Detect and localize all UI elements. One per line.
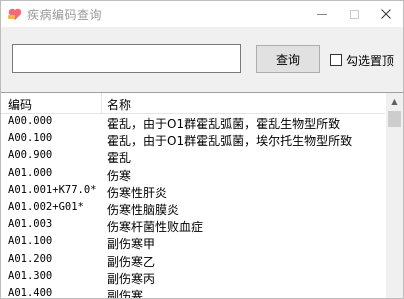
table-body: A00.000 霍乱，由于O1群霍乱弧菌，霍乱生物型所致 A00.100 霍乱，由于O…: [1, 114, 385, 299]
cell-name: 伤寒杆菌性败血症: [107, 220, 204, 235]
cell-code: A01.300: [8, 269, 53, 282]
column-header-name[interactable]: 名称: [107, 96, 131, 113]
cell-name: 伤寒性肝炎: [107, 185, 168, 200]
search-input[interactable]: [12, 44, 241, 73]
table-row[interactable]: A01.100 副伤寒甲: [1, 234, 385, 251]
results-table[interactable]: 编码 名称 A00.000 霍乱，由于O1群霍乱弧菌，霍乱生物型所致 A00.100…: [1, 92, 403, 299]
cell-name: 霍乱，由于O1群霍乱弧菌，埃尔托生物型所致: [107, 134, 353, 149]
table-row[interactable]: A01.000 伤寒: [1, 166, 385, 183]
window-title: 疾病编码查询: [27, 8, 103, 22]
maximize-icon: [349, 9, 359, 19]
cell-name: 副伤寒甲: [107, 237, 156, 252]
cell-name: 副伤寒丙: [107, 271, 156, 286]
maximize-button[interactable]: [339, 1, 369, 27]
vertical-scrollbar[interactable]: ▲: [386, 93, 403, 298]
table-row[interactable]: A00.900 霍乱: [1, 148, 385, 165]
cell-code: A00.100: [8, 132, 53, 145]
cell-code: A01.100: [8, 235, 53, 248]
close-button[interactable]: [371, 1, 401, 27]
table-row[interactable]: A01.002+G01* 伤寒性脑膜炎: [1, 200, 385, 217]
cell-code: A01.400: [8, 286, 53, 299]
cell-name: 副伤寒: [107, 288, 144, 299]
cell-code: A01.002+G01*: [8, 200, 84, 213]
scroll-thumb[interactable]: [388, 111, 401, 127]
table-row[interactable]: A00.000 霍乱，由于O1群霍乱弧菌，霍乱生物型所致: [1, 114, 385, 131]
cell-code: A01.001+K77.0*: [8, 183, 97, 196]
title-bar[interactable]: 疾病编码查询: [1, 1, 403, 27]
close-icon: [381, 9, 391, 19]
cell-code: A00.900: [8, 149, 53, 162]
minimize-button[interactable]: [307, 1, 337, 27]
table-row[interactable]: A01.300 副伤寒丙: [1, 269, 385, 286]
app-window: 疾病编码查询 查询 勾选置顶 编码 名称 A00.000 霍乱，由于O1群霍乱弧菌…: [0, 0, 404, 299]
minimize-icon: [317, 13, 327, 15]
cell-code: A01.003: [8, 218, 53, 231]
table-row[interactable]: A01.001+K77.0* 伤寒性肝炎: [1, 183, 385, 200]
cell-code: A00.000: [8, 115, 53, 127]
cell-name: 伤寒: [107, 168, 132, 183]
scroll-up-icon[interactable]: ▲: [386, 93, 403, 110]
cell-name: 霍乱，由于O1群霍乱弧菌，霍乱生物型所致: [107, 117, 341, 131]
pin-top-label[interactable]: 勾选置顶: [346, 52, 394, 69]
pin-top-checkbox[interactable]: [330, 54, 342, 66]
table-row[interactable]: A01.003 伤寒杆菌性败血症: [1, 217, 385, 234]
cell-code: A01.200: [8, 252, 53, 265]
column-divider[interactable]: [101, 93, 102, 113]
cell-name: 伤寒性脑膜炎: [107, 202, 180, 217]
table-header: 编码 名称: [1, 93, 385, 114]
table-row[interactable]: A00.100 霍乱，由于O1群霍乱弧菌，埃尔托生物型所致: [1, 131, 385, 148]
cell-name: 副伤寒乙: [107, 254, 156, 269]
table-row[interactable]: A01.400 副伤寒: [1, 286, 385, 299]
table-row[interactable]: A01.200 副伤寒乙: [1, 252, 385, 269]
cell-name: 霍乱: [107, 151, 132, 166]
query-button[interactable]: 查询: [256, 45, 320, 73]
app-heart-icon: [7, 6, 23, 22]
column-header-code[interactable]: 编码: [8, 96, 32, 113]
cell-code: A01.000: [8, 166, 53, 179]
